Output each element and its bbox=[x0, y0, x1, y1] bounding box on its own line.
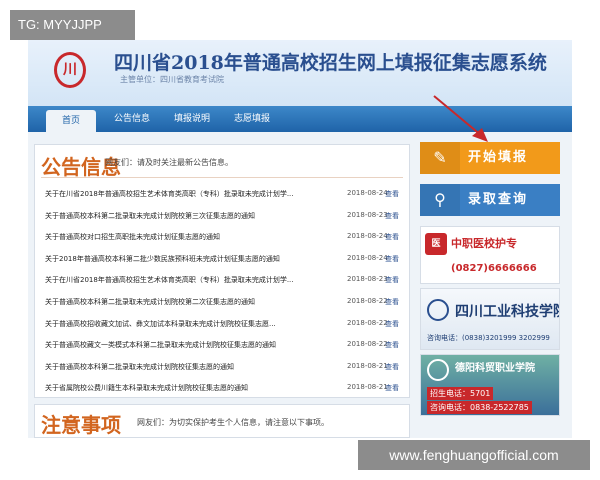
caution-note: 网友们：为切实保护考生个人信息，请注意以下事项。 bbox=[137, 418, 329, 427]
view-link[interactable]: 查看 bbox=[385, 211, 399, 221]
ad3-name: 德阳科贸职业学院 bbox=[455, 363, 535, 374]
college-crest-icon bbox=[427, 359, 449, 381]
site-subtitle: 主管单位：四川省教育考试院 bbox=[120, 75, 224, 84]
announcement-list: 关于在川省2018年普通高校招生艺术体育类高职（专科）批录取未完成计划学... 2… bbox=[45, 183, 405, 399]
ad2-name: 四川工业科技学院 bbox=[455, 304, 560, 320]
hospital-icon: 医 bbox=[425, 233, 447, 255]
nav-announcements[interactable]: 公告信息 bbox=[104, 106, 160, 132]
ad1-name: 中职医校护专 bbox=[451, 237, 517, 250]
announcement-date: 2018-08-24 bbox=[347, 253, 388, 262]
announcement-date: 2018-08-21 bbox=[347, 383, 388, 392]
announcement-row[interactable]: 关于普通高校本科第二批录取未完成计划院校征集志愿的通知 2018-08-21 查看 bbox=[45, 356, 405, 378]
announcement-date: 2018-08-23 bbox=[347, 210, 388, 219]
ad2-phone: 咨询电话：(0838)3201999 3202999 bbox=[427, 334, 550, 342]
announcement-title[interactable]: 关于普通高校本科第二批录取未完成计划院校征集志愿的通知 bbox=[45, 362, 341, 372]
admission-query-label: 录取查询 bbox=[468, 192, 529, 207]
announcement-row[interactable]: 关于普通高校招收藏文加试、彝文加试本科录取未完成计划院校征集志愿... 2018-… bbox=[45, 313, 405, 335]
announcement-date: 2018-08-21 bbox=[347, 361, 388, 370]
ad3-line2: 咨询电话：0838-2522785 bbox=[427, 401, 532, 414]
view-link[interactable]: 查看 bbox=[385, 189, 399, 199]
announcement-row[interactable]: 关于省属院校公费川籍生本科录取未完成计划院校征集志愿的通知 2018-08-21 查… bbox=[45, 377, 405, 399]
announcement-title[interactable]: 关于普通高校藏文一类模式本科第二批录取未完成计划院校征集志愿的通知 bbox=[45, 340, 341, 350]
ad-banner-sichuan-tech[interactable]: 四川工业科技学院 咨询电话：(0838)3201999 3202999 bbox=[420, 288, 560, 350]
ad3-line1: 招生电话：5701 bbox=[427, 387, 494, 400]
nav-home[interactable]: 首页 bbox=[46, 110, 96, 132]
announcement-date: 2018-08-24 bbox=[347, 189, 388, 197]
view-link[interactable]: 查看 bbox=[385, 275, 399, 285]
browser-content: 川 四川省2018年普通高校招生网上填报征集志愿系统 主管单位：四川省教育考试院… bbox=[28, 40, 572, 438]
announcement-date: 2018-08-23 bbox=[347, 275, 388, 284]
caution-heading: 注意事项 bbox=[41, 413, 121, 437]
announcement-title[interactable]: 关于普通高校本科第二批录取未完成计划院校第三次征集志愿的通知 bbox=[45, 211, 341, 221]
caution-panel: 注意事项 网友们：为切实保护考生个人信息，请注意以下事项。 bbox=[34, 404, 410, 438]
divider bbox=[41, 177, 403, 178]
magnifier-icon: ⚲ bbox=[420, 184, 460, 216]
announcement-title[interactable]: 关于2018年普通高校本科第二批少数民族预科班未完成计划征集志愿的通知 bbox=[45, 254, 341, 264]
announcement-row[interactable]: 关于普通高校对口招生高职批未完成计划征集志愿的通知 2018-08-24 查看 bbox=[45, 226, 405, 248]
start-apply-button[interactable]: ✎ 开始填报 bbox=[420, 142, 560, 174]
admission-query-button[interactable]: ⚲ 录取查询 bbox=[420, 184, 560, 216]
view-link[interactable]: 查看 bbox=[385, 383, 399, 393]
announcement-row[interactable]: 关于在川省2018年普通高校招生艺术体育类高职（专科）批录取未完成计划学... 2… bbox=[45, 183, 405, 205]
announcement-row[interactable]: 关于2018年普通高校本科第二批少数民族预科班未完成计划征集志愿的通知 2018-… bbox=[45, 248, 405, 270]
announcement-date: 2018-08-22 bbox=[347, 296, 388, 305]
view-link[interactable]: 查看 bbox=[385, 362, 399, 372]
pencil-icon: ✎ bbox=[420, 142, 460, 174]
announcement-row[interactable]: 关于普通高校藏文一类模式本科第二批录取未完成计划院校征集志愿的通知 2018-08… bbox=[45, 334, 405, 356]
start-apply-label: 开始填报 bbox=[468, 150, 529, 165]
view-link[interactable]: 查看 bbox=[385, 254, 399, 264]
view-link[interactable]: 查看 bbox=[385, 340, 399, 350]
announcement-date: 2018-08-24 bbox=[347, 232, 388, 241]
site-watermark: www.fenghuangofficial.com bbox=[358, 440, 590, 470]
announcements-panel: 公告信息 网友们：请及时关注最新公告信息。 关于在川省2018年普通高校招生艺术… bbox=[34, 144, 410, 398]
nav-instructions[interactable]: 填报说明 bbox=[164, 106, 220, 132]
announcement-date: 2018-08-22 bbox=[347, 340, 388, 349]
announcement-row[interactable]: 关于在川省2018年普通高校招生艺术体育类高职（专科）批录取未完成计划学... 2… bbox=[45, 269, 405, 291]
announcement-row[interactable]: 关于普通高校本科第二批录取未完成计划院校第二次征集志愿的通知 2018-08-22… bbox=[45, 291, 405, 313]
site-title: 四川省2018年普通高校招生网上填报征集志愿系统 bbox=[114, 52, 547, 74]
announcement-title[interactable]: 关于在川省2018年普通高校招生艺术体育类高职（专科）批录取未完成计划学... bbox=[45, 189, 341, 199]
announcement-title[interactable]: 关于普通高校对口招生高职批未完成计划征集志愿的通知 bbox=[45, 232, 341, 242]
college-crest-icon bbox=[427, 299, 449, 321]
arrow-icon bbox=[433, 95, 488, 142]
announcement-date: 2018-08-22 bbox=[347, 318, 388, 327]
announcement-row[interactable]: 关于普通高校本科第二批录取未完成计划院校第三次征集志愿的通知 2018-08-23… bbox=[45, 205, 405, 227]
nav-apply[interactable]: 志愿填报 bbox=[224, 106, 280, 132]
announcement-title[interactable]: 关于在川省2018年普通高校招生艺术体育类高职（专科）批录取未完成计划学... bbox=[45, 275, 341, 285]
view-link[interactable]: 查看 bbox=[385, 297, 399, 307]
announcement-title[interactable]: 关于普通高校招收藏文加试、彝文加试本科录取未完成计划院校征集志愿... bbox=[45, 319, 341, 329]
announcement-title[interactable]: 关于省属院校公费川籍生本科录取未完成计划院校征集志愿的通知 bbox=[45, 383, 341, 393]
announcements-note: 网友们：请及时关注最新公告信息。 bbox=[105, 158, 233, 167]
channel-tag: TG: MYYJJPP bbox=[10, 10, 135, 40]
view-link[interactable]: 查看 bbox=[385, 319, 399, 329]
ad-banner-deyang-college[interactable]: 德阳科贸职业学院 招生电话：5701 咨询电话：0838-2522785 bbox=[420, 354, 560, 416]
ad1-phone: (0827)6666666 bbox=[451, 263, 537, 274]
ad-banner-medical-school[interactable]: 医 中职医校护专 (0827)6666666 bbox=[420, 226, 560, 284]
emblem-logo-icon: 川 bbox=[54, 52, 86, 88]
view-link[interactable]: 查看 bbox=[385, 232, 399, 242]
announcement-title[interactable]: 关于普通高校本科第二批录取未完成计划院校第二次征集志愿的通知 bbox=[45, 297, 341, 307]
